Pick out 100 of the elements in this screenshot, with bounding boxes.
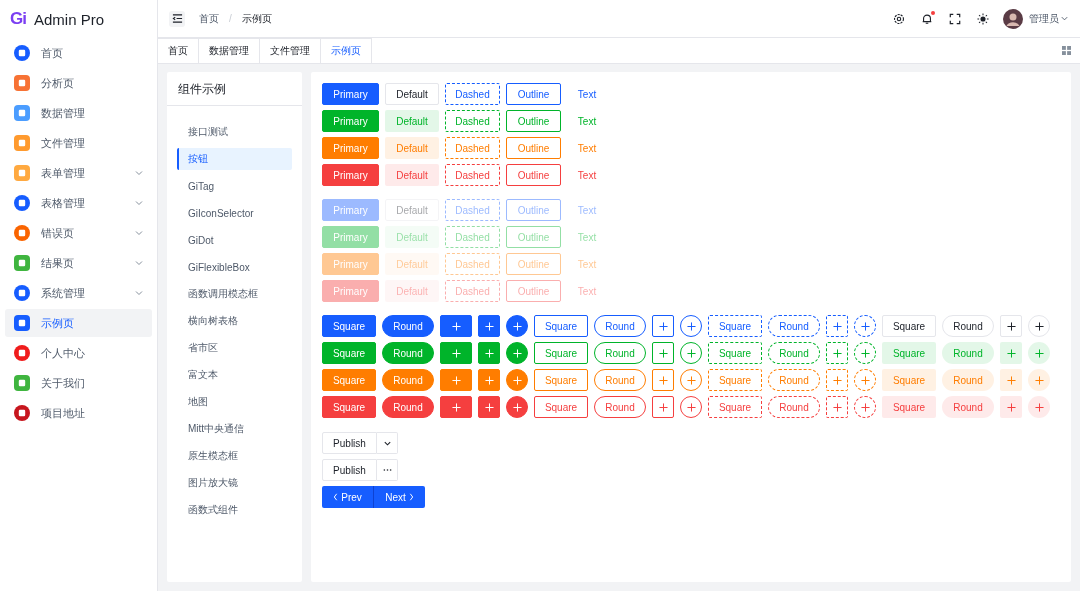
outline-button[interactable]: Round xyxy=(594,342,646,364)
default-button[interactable]: Round xyxy=(942,342,994,364)
collapse-menu-button[interactable] xyxy=(169,10,185,27)
breadcrumb-item[interactable]: 示例页 xyxy=(241,11,272,26)
outline-button[interactable]: Round xyxy=(594,315,646,337)
caret-down-icon[interactable] xyxy=(1060,14,1069,23)
outline-button[interactable]: Round xyxy=(594,396,646,418)
default-button[interactable]: Default xyxy=(385,164,439,186)
example-item[interactable]: 原生模态框 xyxy=(177,445,292,467)
dropdown-button[interactable] xyxy=(377,432,398,454)
text-button[interactable]: Text xyxy=(567,164,607,186)
default-button[interactable]: Square xyxy=(882,369,936,391)
page-tab[interactable]: 数据管理 xyxy=(199,38,260,63)
example-item[interactable]: GiDot xyxy=(177,229,292,251)
default-button[interactable]: Round xyxy=(942,369,994,391)
menu-item[interactable]: 表单管理 xyxy=(5,159,152,187)
example-item[interactable]: 按钮 xyxy=(177,148,292,170)
dashed-button[interactable]: Square xyxy=(708,315,762,337)
primary-button[interactable]: Primary xyxy=(322,164,379,186)
outline-button[interactable]: Square xyxy=(534,369,588,391)
dashed-button[interactable]: Square xyxy=(708,342,762,364)
dashed-button[interactable]: Square xyxy=(708,396,762,418)
grid-icon[interactable] xyxy=(1062,46,1071,55)
primary-button[interactable]: Square xyxy=(322,369,376,391)
menu-item[interactable]: 项目地址 xyxy=(5,399,152,427)
menu-item[interactable]: 关于我们 xyxy=(5,369,152,397)
user-menu[interactable]: 管理员 xyxy=(1029,11,1059,26)
example-item[interactable]: 地图 xyxy=(177,391,292,413)
primary-button[interactable]: Round xyxy=(382,369,434,391)
dashed-button[interactable]: Round xyxy=(768,369,820,391)
menu-item[interactable]: 分析页 xyxy=(5,69,152,97)
default-button[interactable]: Round xyxy=(942,396,994,418)
outline-button[interactable]: Square xyxy=(534,315,588,337)
example-item[interactable]: Mitt中央通信 xyxy=(177,418,292,440)
example-item[interactable]: 横向树表格 xyxy=(177,310,292,332)
example-item[interactable]: GiFlexibleBox xyxy=(177,256,292,278)
default-button[interactable]: Square xyxy=(882,396,936,418)
page-tab[interactable]: 首页 xyxy=(158,38,199,63)
settings-icon[interactable] xyxy=(893,12,905,25)
example-item[interactable]: 富文本 xyxy=(177,364,292,386)
primary-button[interactable]: Primary xyxy=(322,83,379,105)
example-item[interactable]: 图片放大镜 xyxy=(177,472,292,494)
page-tab[interactable]: 文件管理 xyxy=(260,38,321,63)
default-button[interactable]: Default xyxy=(385,110,439,132)
outline-button[interactable]: Square xyxy=(534,396,588,418)
sun-icon[interactable] xyxy=(977,12,989,25)
default-button[interactable]: Square xyxy=(882,315,936,337)
breadcrumb-item[interactable]: 首页 xyxy=(199,11,219,26)
menu-item[interactable]: 文件管理 xyxy=(5,129,152,157)
dashed-button[interactable]: Round xyxy=(768,396,820,418)
example-item[interactable]: 函数调用模态框 xyxy=(177,283,292,305)
notification-bell-icon[interactable] xyxy=(921,12,933,25)
menu-item[interactable]: 示例页 xyxy=(5,309,152,337)
dashed-button[interactable]: Dashed xyxy=(445,164,500,186)
text-button[interactable]: Text xyxy=(567,137,607,159)
outline-button[interactable]: Square xyxy=(534,342,588,364)
text-button[interactable]: Text xyxy=(567,110,607,132)
menu-item[interactable]: 系统管理 xyxy=(5,279,152,307)
menu-item[interactable]: 结果页 xyxy=(5,249,152,277)
menu-item[interactable]: 首页 xyxy=(5,39,152,67)
menu-item[interactable]: 错误页 xyxy=(5,219,152,247)
page-tab[interactable]: 示例页 xyxy=(321,38,372,63)
example-item[interactable]: 接口测试 xyxy=(177,121,292,143)
default-button[interactable]: Square xyxy=(882,342,936,364)
primary-button[interactable]: Round xyxy=(382,342,434,364)
text-button[interactable]: Text xyxy=(567,83,607,105)
fullscreen-icon[interactable] xyxy=(949,12,961,25)
primary-button[interactable]: Square xyxy=(322,342,376,364)
outline-button[interactable]: Outline xyxy=(506,164,561,186)
outline-button[interactable]: Outline xyxy=(506,137,561,159)
publish-button[interactable]: Publish xyxy=(322,459,377,481)
outline-button[interactable]: Outline xyxy=(506,110,561,132)
next-button[interactable]: Next xyxy=(373,486,425,508)
dashed-button[interactable]: Round xyxy=(768,315,820,337)
default-button[interactable]: Default xyxy=(385,137,439,159)
dashed-button[interactable]: Dashed xyxy=(445,110,500,132)
example-item[interactable]: 函数式组件 xyxy=(177,499,292,521)
dashed-button[interactable]: Dashed xyxy=(445,137,500,159)
default-button[interactable]: Round xyxy=(942,315,994,337)
primary-button[interactable]: Round xyxy=(382,396,434,418)
primary-button[interactable]: Square xyxy=(322,396,376,418)
avatar[interactable] xyxy=(1003,8,1023,29)
default-button[interactable]: Default xyxy=(385,83,439,105)
menu-item[interactable]: 数据管理 xyxy=(5,99,152,127)
outline-button[interactable]: Round xyxy=(594,369,646,391)
outline-button[interactable]: Outline xyxy=(506,83,561,105)
example-item[interactable]: GiTag xyxy=(177,175,292,197)
dashed-button[interactable]: Dashed xyxy=(445,83,500,105)
primary-button[interactable]: Square xyxy=(322,315,376,337)
publish-button[interactable]: Publish xyxy=(322,432,377,454)
dashed-button[interactable]: Round xyxy=(768,342,820,364)
prev-button[interactable]: Prev xyxy=(322,486,373,508)
dashed-button[interactable]: Square xyxy=(708,369,762,391)
menu-item[interactable]: 个人中心 xyxy=(5,339,152,367)
primary-button[interactable]: Primary xyxy=(322,110,379,132)
primary-button[interactable]: Primary xyxy=(322,137,379,159)
example-item[interactable]: GiIconSelector xyxy=(177,202,292,224)
primary-button[interactable]: Round xyxy=(382,315,434,337)
menu-item[interactable]: 表格管理 xyxy=(5,189,152,217)
example-item[interactable]: 省市区 xyxy=(177,337,292,359)
